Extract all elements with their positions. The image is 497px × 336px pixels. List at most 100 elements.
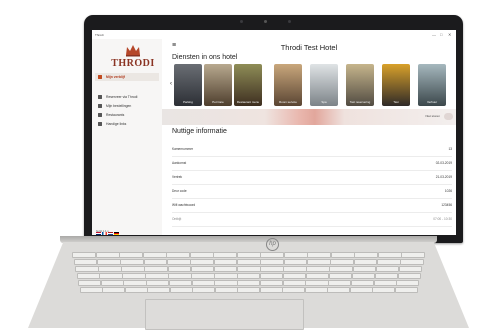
keyboard-key <box>76 273 100 279</box>
keyboard-key <box>260 266 284 272</box>
tile-rental[interactable]: Verhuur <box>418 64 446 106</box>
keyboard-key <box>146 280 170 286</box>
tile-taxi[interactable]: Taxi <box>382 64 410 106</box>
info-key: Vertrek <box>172 175 183 179</box>
info-row: Vertrek 21-03-2019 <box>172 170 452 185</box>
sidebar-item-restaurants[interactable]: Restaurants <box>98 113 125 118</box>
keyboard-key <box>349 287 373 293</box>
keyboard-key <box>102 287 126 293</box>
info-key: Aankomst <box>172 161 187 165</box>
throdi-logo: THRODI <box>110 44 156 70</box>
do-not-disturb-label: Niet storen <box>425 114 440 118</box>
hotel-banner: Niet storen <box>162 109 456 125</box>
info-key: Wifi wachtwoord <box>172 203 196 207</box>
keyboard-key <box>214 287 238 293</box>
tile-restaurant-menu[interactable]: Restaurant menu <box>234 64 262 106</box>
keyboard-key <box>307 252 332 258</box>
tile-room-service[interactable]: Room service <box>274 64 302 106</box>
webcam-lens <box>264 20 267 23</box>
sidebar-item-links[interactable]: Handige links <box>98 122 127 127</box>
app-window: Throdi — □ ✕ THRODI Mijn verblijf Reserv… <box>92 30 456 235</box>
keyboard-key <box>190 266 215 272</box>
sidebar-item-label: Mijn bestellingen <box>106 104 132 108</box>
do-not-disturb-toggle[interactable] <box>444 113 453 120</box>
keyboard-key <box>237 287 261 293</box>
keyboard-key <box>372 287 396 293</box>
keyboard-key <box>375 266 400 272</box>
keyboard-key <box>259 273 284 279</box>
info-row: Ontbijt 07:00 - 10:30 <box>172 212 452 227</box>
tile-label: Restaurant menu <box>236 100 260 104</box>
tile-pet-care[interactable]: Pet Care <box>204 64 232 106</box>
keyboard-key <box>306 266 330 272</box>
keyboard-key <box>190 259 214 265</box>
keyboard-key <box>397 273 421 279</box>
keyboard-key <box>213 259 238 265</box>
tile-label: Room service <box>279 100 297 104</box>
hp-logo: hp <box>266 238 279 251</box>
main-content: ≡ Throdi Test Hotel Diensten in ons hote… <box>162 39 456 235</box>
keyboard-key <box>236 252 261 258</box>
sidebar: THRODI Mijn verblijf Reserveer via Throd… <box>92 39 162 235</box>
laptop-hinge <box>60 236 437 243</box>
sidebar-item-reserve[interactable]: Reserveer via Throdi <box>98 95 138 100</box>
info-key: Kamernummer <box>172 147 194 151</box>
tile-label: Taxi reservering <box>349 100 371 104</box>
minimize-button[interactable]: — <box>432 32 436 37</box>
keyboard-key <box>213 252 238 258</box>
info-value: 02-03-2019 <box>435 161 452 165</box>
tile-label: Taxi <box>393 100 399 104</box>
tile-label: Parking <box>183 100 193 104</box>
keyboard-key <box>354 252 379 258</box>
keyboard-key <box>189 252 214 258</box>
keyboard-key <box>169 287 193 293</box>
tile-parking[interactable]: Parking <box>174 64 202 106</box>
keyboard-key <box>78 280 102 286</box>
info-value: 07:00 - 10:30 <box>433 217 452 221</box>
keyboard-key <box>306 259 331 265</box>
keyboard-key <box>236 266 261 272</box>
keyboard-key <box>75 266 99 272</box>
keyboard-key <box>120 259 144 265</box>
logo-wordmark: THRODI <box>111 58 155 69</box>
sidebar-item-label: Restaurants <box>106 113 125 117</box>
sidebar-item-label: Reserveer via Throdi <box>106 95 138 99</box>
keyboard-key <box>73 259 98 265</box>
keyboard-key <box>401 252 426 258</box>
keyboard-key <box>147 287 171 293</box>
keyboard-key <box>259 280 284 286</box>
chevron-left-icon[interactable]: ‹ <box>170 81 172 87</box>
sensor-icon <box>288 20 291 23</box>
tile-spa[interactable]: Spa <box>310 64 338 106</box>
keyboard-key <box>192 287 216 293</box>
keyboard-key <box>328 273 353 279</box>
keyboard-key <box>398 266 423 272</box>
sidebar-item-label: Handige links <box>106 122 127 126</box>
maximize-button[interactable]: □ <box>440 32 442 37</box>
keyboard-key <box>327 287 351 293</box>
keyboard-key <box>377 252 402 258</box>
keyboard-key <box>351 273 376 279</box>
tile-taxi-reservation[interactable]: Taxi reservering <box>346 64 374 106</box>
sidebar-item-orders[interactable]: Mijn bestellingen <box>98 104 132 109</box>
keyboard-key <box>394 287 418 293</box>
flag-de-icon[interactable] <box>114 231 119 235</box>
keyboard-key <box>305 273 330 279</box>
keyboard-key <box>213 266 238 272</box>
keyboard-key <box>95 252 120 258</box>
keyboard-key <box>121 266 145 272</box>
tile-label: Verhuur <box>426 100 438 104</box>
close-button[interactable]: ✕ <box>448 32 451 37</box>
sidebar-item-my-stay[interactable]: Mijn verblijf <box>98 75 125 80</box>
suitcase-icon <box>98 75 102 80</box>
keyboard-key <box>260 259 284 265</box>
keyboard-key <box>283 266 307 272</box>
keyboard-key <box>236 259 261 265</box>
keyboard-key <box>145 273 169 279</box>
keyboard <box>72 252 426 296</box>
info-key: Deur code <box>172 189 187 193</box>
touchpad[interactable] <box>145 299 304 330</box>
info-row: Deur code 1026 <box>172 184 452 199</box>
keyboard-key <box>373 280 397 286</box>
keyboard-key <box>166 259 191 265</box>
